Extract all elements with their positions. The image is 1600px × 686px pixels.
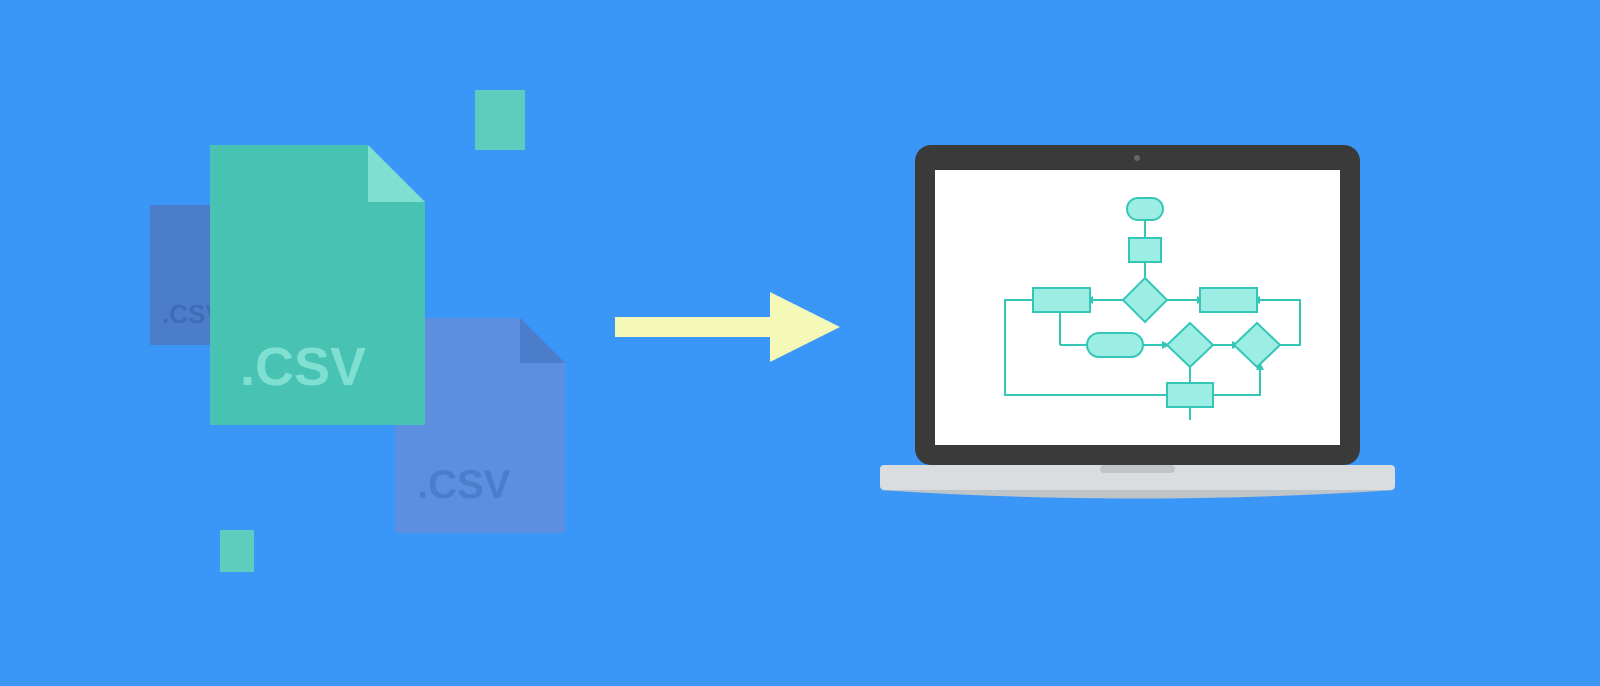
csv-label-front: .CSV [240,337,366,397]
arrow-right-icon [615,292,840,362]
csv-label-back-right: .CSV [417,463,511,507]
particle-top [475,90,525,150]
diagram-canvas: .CSV .CSV .CSV [0,0,1600,686]
particle-bottom [220,530,254,572]
laptop-icon [880,145,1395,505]
csv-file-front: .CSV [210,145,425,425]
